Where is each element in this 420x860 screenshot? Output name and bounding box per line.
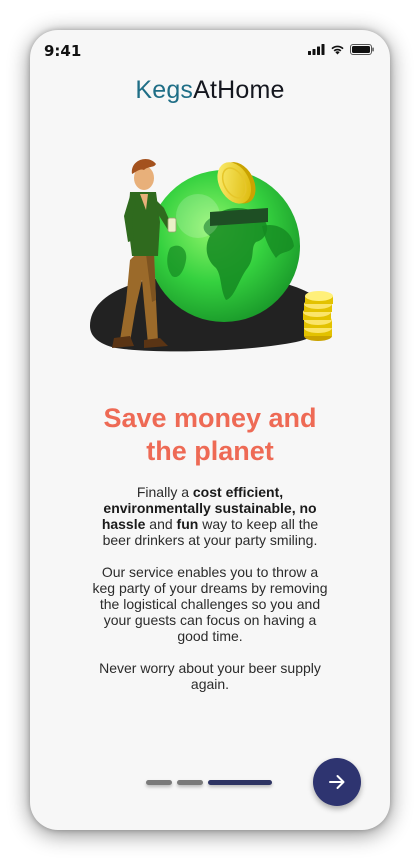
body-text: Finally a cost efficient, environmentall… <box>92 484 328 708</box>
page-indicator-dash-active[interactable] <box>208 780 272 785</box>
brand-logo: KegsAtHome <box>30 76 390 105</box>
battery-icon <box>350 44 374 55</box>
brand-name-part1: Kegs <box>135 76 194 104</box>
arrow-right-icon <box>329 775 345 789</box>
coin-stack <box>303 291 333 341</box>
page-indicator-dash-1[interactable] <box>146 780 172 785</box>
page-indicator-dash-2[interactable] <box>177 780 203 785</box>
wifi-icon <box>331 45 344 55</box>
paragraph-3: Never worry about your beer supply again… <box>99 660 321 692</box>
next-button[interactable] <box>313 758 361 806</box>
headline-line2: the planet <box>146 436 274 466</box>
paragraph-2: Our service enables you to throw a keg p… <box>92 564 328 644</box>
p1-text-1: Finally a <box>136 484 193 500</box>
brand-name-part2: AtHome <box>193 76 285 104</box>
phone-screen: 9:41 KegsAtHome Save money and the plane… <box>30 30 390 830</box>
piggy-bank-globe-illustration <box>90 159 333 352</box>
p1-text-2: and <box>145 516 177 532</box>
paragraph-1: Finally a cost efficient, environmentall… <box>92 484 328 548</box>
cellular-signal-icon <box>308 44 325 55</box>
p1-bold-2: fun <box>176 516 199 532</box>
status-time: 9:41 <box>44 42 82 60</box>
status-bar: 9:41 <box>30 30 390 74</box>
status-icons <box>308 44 374 55</box>
page-indicator <box>146 780 272 785</box>
headline: Save money and the planet <box>50 402 370 468</box>
headline-line1: Save money and <box>103 403 317 433</box>
